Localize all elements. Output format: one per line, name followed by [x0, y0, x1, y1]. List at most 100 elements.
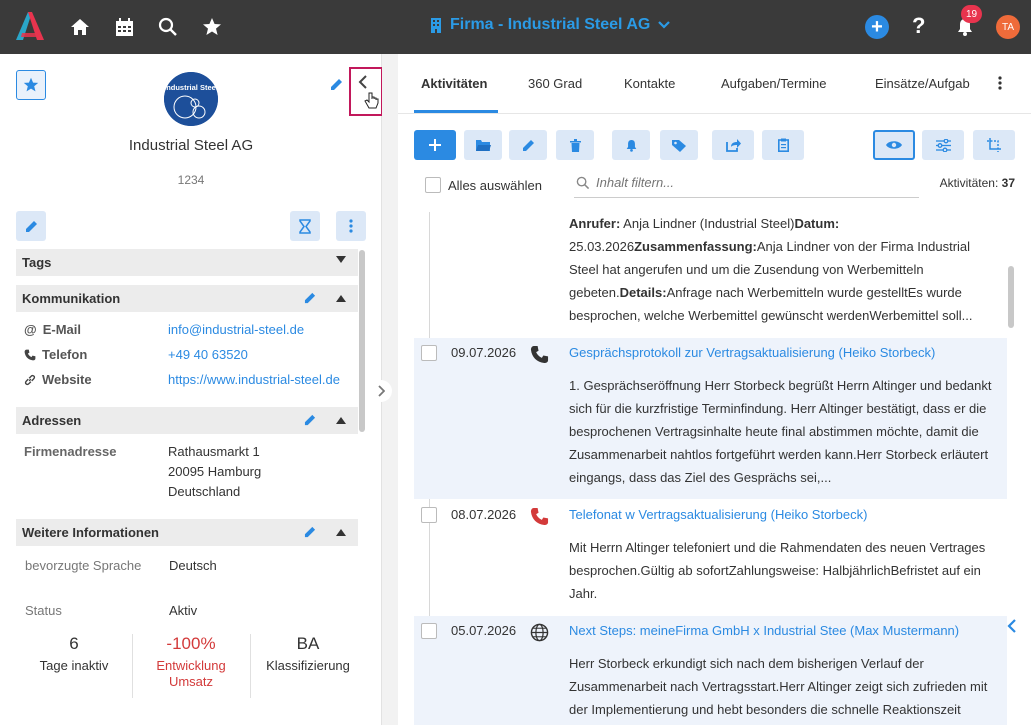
add-activity-button[interactable] [414, 130, 456, 160]
tab-kontakte[interactable]: Kontakte [624, 76, 675, 91]
stat-days-inactive-value: 6 [69, 634, 79, 653]
page-title[interactable]: Firma - Industrial Steel AG [430, 16, 671, 34]
folder-button[interactable] [464, 130, 502, 160]
address-line1: Rathausmarkt 1 [168, 444, 260, 459]
filter-field[interactable] [574, 168, 919, 198]
tab-einsaetze-aufgaben[interactable]: Einsätze/Aufgab [875, 76, 971, 91]
phone-link[interactable]: +49 40 63520 [168, 347, 248, 362]
hourglass-icon [299, 218, 311, 234]
export-button[interactable] [712, 130, 754, 160]
address-line3: Deutschland [168, 484, 241, 499]
history-button[interactable] [290, 211, 320, 241]
star-icon[interactable] [200, 15, 224, 39]
stat-classification: BA Klassifizierung [249, 634, 367, 674]
page-title-text: Firma - Industrial Steel AG [450, 16, 651, 33]
activities-scrollbar[interactable] [1008, 266, 1014, 328]
activity-checkbox[interactable] [421, 623, 437, 639]
language-value: Deutsch [169, 558, 217, 573]
stat-revenue-trend-label: Entwicklung Umsatz [156, 658, 226, 689]
filter-settings-button[interactable] [922, 130, 964, 160]
collapse-panel-button[interactable] [349, 67, 383, 116]
activity-title-link[interactable]: Telefonat w Vertragsaktualisierung (Heik… [569, 507, 867, 522]
activity-item[interactable]: 09.07.2026 Gesprächsprotokoll zur Vertra… [414, 338, 1007, 499]
columns-button[interactable] [973, 130, 1015, 160]
language-label: bevorzugte Sprache [25, 558, 142, 573]
status-label: Status [25, 603, 62, 618]
pencil-icon[interactable] [304, 526, 316, 538]
section-adressen[interactable]: Adressen [16, 407, 358, 434]
user-avatar[interactable]: TA [996, 15, 1020, 39]
favorite-button[interactable] [16, 70, 46, 100]
tab-360-grad[interactable]: 360 Grad [528, 76, 582, 91]
home-icon[interactable] [68, 15, 92, 39]
activity-title-link[interactable]: Next Steps: meineFirma GmbH x Industrial… [569, 623, 959, 638]
left-scrollbar[interactable] [359, 250, 365, 432]
search-icon[interactable] [156, 15, 180, 39]
notification-badge: 19 [961, 5, 982, 23]
app-logo[interactable] [14, 11, 46, 41]
tag-button[interactable] [660, 130, 698, 160]
section-kommunikation[interactable]: Kommunikation [16, 285, 358, 312]
caret-down-icon[interactable] [336, 256, 346, 263]
email-label: @ E-Mail [24, 322, 81, 337]
section-weitere-informationen[interactable]: Weitere Informationen [16, 519, 358, 546]
caret-up-icon[interactable] [336, 528, 346, 536]
active-tab-indicator [414, 110, 498, 113]
eye-icon [886, 141, 902, 149]
trash-icon [569, 138, 581, 152]
create-button[interactable]: + [865, 15, 889, 39]
more-options-button[interactable] [336, 211, 366, 241]
company-number: 1234 [177, 173, 205, 187]
select-all-checkbox[interactable] [425, 177, 441, 193]
pencil-icon[interactable] [304, 414, 316, 426]
calendar-icon[interactable] [112, 15, 136, 39]
caret-up-icon[interactable] [336, 294, 346, 302]
delete-button[interactable] [556, 130, 594, 160]
activity-checkbox[interactable] [421, 345, 437, 361]
section-tags-title: Tags [22, 255, 52, 270]
pencil-icon[interactable] [330, 78, 343, 94]
activities-panel: Aktivitäten 360 Grad Kontakte Aufgaben/T… [398, 54, 1031, 725]
section-tags[interactable]: Tags [16, 249, 358, 276]
tag-icon [671, 139, 686, 152]
crop-icon [987, 138, 1001, 152]
chevron-down-icon [658, 21, 671, 29]
company-detail-panel: Industrial Steel Industrial Steel AG 123… [0, 54, 383, 725]
pencil-icon[interactable] [304, 292, 316, 304]
activity-checkbox[interactable] [421, 507, 437, 523]
tab-bar: Aktivitäten 360 Grad Kontakte Aufgaben/T… [398, 54, 1031, 114]
activity-date: 09.07.2026 [451, 345, 517, 360]
phone-icon [24, 349, 36, 360]
plus-icon [429, 139, 441, 151]
view-toggle-button[interactable] [873, 130, 915, 160]
tab-aufgaben-termine[interactable]: Aufgaben/Termine [721, 76, 827, 91]
search-icon [576, 176, 590, 189]
activity-item[interactable]: 08.07.2026 Telefonat w Vertragsaktualisi… [414, 500, 1007, 615]
reminder-button[interactable] [612, 130, 650, 160]
activity-body: 1. Gesprächseröffnung Herr Storbeck begr… [569, 378, 992, 485]
filter-input[interactable] [596, 175, 896, 190]
website-link[interactable]: https://www.industrial-steel.de [168, 372, 352, 387]
stat-classification-value: BA [296, 634, 320, 653]
folder-icon [475, 140, 491, 151]
email-link[interactable]: info@industrial-steel.de [168, 322, 304, 337]
caret-up-icon[interactable] [336, 416, 346, 424]
edit-button[interactable] [16, 211, 46, 241]
edit-activity-button[interactable] [509, 130, 547, 160]
star-icon [23, 77, 39, 92]
status-value: Aktiv [169, 603, 198, 618]
help-button[interactable]: ? [912, 13, 925, 39]
activity-date: 05.07.2026 [451, 623, 517, 638]
expand-handle[interactable] [370, 380, 392, 402]
activity-title-link[interactable]: Gesprächsprotokoll zur Vertragsaktualisi… [569, 345, 935, 360]
chevron-left-icon[interactable] [1007, 619, 1017, 636]
tabs-more-icon[interactable] [998, 76, 1002, 93]
building-icon [431, 17, 441, 33]
select-all[interactable]: Alles auswählen [425, 177, 542, 193]
clipboard-button[interactable] [762, 130, 804, 160]
activity-count: Aktivitäten: 37 [939, 176, 1015, 190]
company-logo-text: Industrial Steel [164, 83, 218, 92]
activity-item[interactable]: 05.07.2026 Next Steps: meineFirma GmbH x… [414, 616, 1007, 725]
company-logo: Industrial Steel [164, 72, 218, 126]
tab-aktivitaeten[interactable]: Aktivitäten [421, 76, 487, 91]
